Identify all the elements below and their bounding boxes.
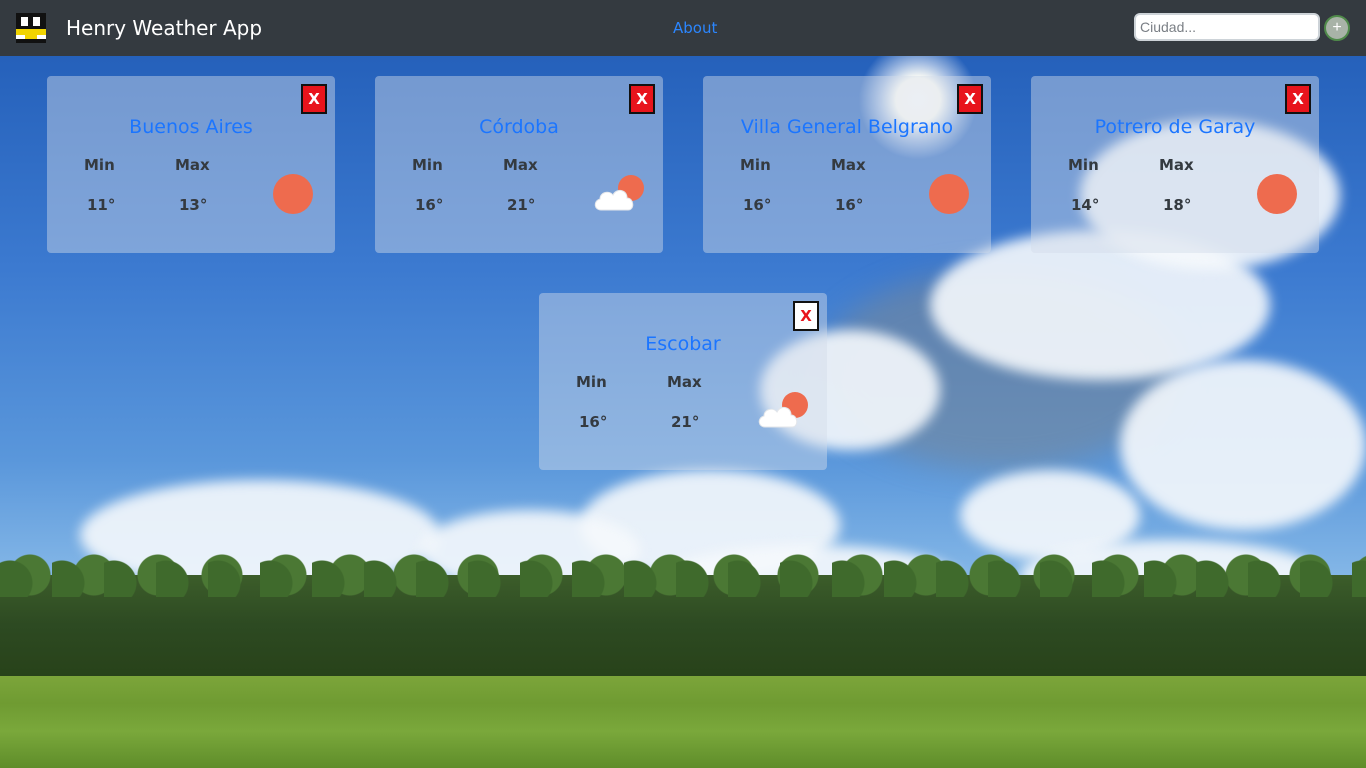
app-logo[interactable]	[16, 13, 46, 43]
max-label: Max	[667, 373, 702, 391]
city-card: X Buenos Aires Min Max 11° 13°	[47, 76, 335, 253]
city-card: X Potrero de Garay Min Max 14° 18°	[1031, 76, 1319, 253]
min-temperature: 14°	[1071, 196, 1100, 214]
close-card-button[interactable]: X	[793, 301, 819, 331]
min-temperature: 16°	[743, 196, 772, 214]
min-label: Min	[84, 156, 115, 174]
close-card-button[interactable]: X	[1285, 84, 1311, 114]
city-search-input[interactable]	[1134, 13, 1320, 41]
min-temperature: 16°	[579, 413, 608, 431]
min-label: Min	[576, 373, 607, 391]
city-name[interactable]: Potrero de Garay	[1031, 116, 1319, 138]
city-card: X Escobar Min Max 16° 21°	[539, 293, 827, 470]
max-label: Max	[175, 156, 210, 174]
max-temperature: 21°	[671, 413, 700, 431]
max-label: Max	[503, 156, 538, 174]
sun-behind-cloud-icon	[594, 175, 644, 211]
max-temperature: 21°	[507, 196, 536, 214]
min-label: Min	[740, 156, 771, 174]
navbar: Henry Weather App About +	[0, 0, 1366, 56]
add-city-button[interactable]: +	[1324, 15, 1350, 41]
city-name[interactable]: Escobar	[539, 333, 827, 355]
app-title: Henry Weather App	[66, 16, 263, 40]
max-temperature: 16°	[835, 196, 864, 214]
max-temperature: 18°	[1163, 196, 1192, 214]
sun-icon	[1257, 174, 1297, 214]
sun-icon	[929, 174, 969, 214]
city-name[interactable]: Villa General Belgrano	[703, 116, 991, 138]
close-card-button[interactable]: X	[957, 84, 983, 114]
min-label: Min	[412, 156, 443, 174]
sun-behind-cloud-icon	[758, 392, 808, 428]
about-link[interactable]: About	[673, 19, 717, 37]
min-temperature: 11°	[87, 196, 116, 214]
min-label: Min	[1068, 156, 1099, 174]
sun-icon	[273, 174, 313, 214]
close-card-button[interactable]: X	[301, 84, 327, 114]
min-temperature: 16°	[415, 196, 444, 214]
max-label: Max	[1159, 156, 1194, 174]
city-card: X Córdoba Min Max 16° 21°	[375, 76, 663, 253]
close-card-button[interactable]: X	[629, 84, 655, 114]
max-temperature: 13°	[179, 196, 208, 214]
max-label: Max	[831, 156, 866, 174]
city-name[interactable]: Buenos Aires	[47, 116, 335, 138]
city-name[interactable]: Córdoba	[375, 116, 663, 138]
city-card: X Villa General Belgrano Min Max 16° 16°	[703, 76, 991, 253]
